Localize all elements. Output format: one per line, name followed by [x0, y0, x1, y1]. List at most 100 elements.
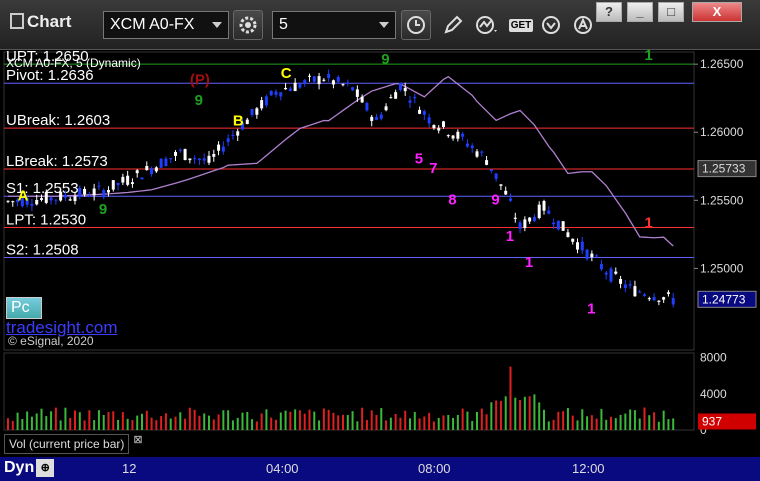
candle-body — [140, 177, 144, 180]
interval-combo[interactable]: 5 — [272, 11, 396, 39]
candle-body — [480, 151, 484, 153]
time-scrollbar[interactable] — [0, 457, 760, 481]
candle-body — [571, 238, 575, 242]
candle-body — [370, 116, 374, 121]
settings-button[interactable] — [233, 10, 263, 40]
help-window-button[interactable]: ? — [596, 2, 622, 22]
candle-body — [499, 184, 503, 186]
candle-body — [178, 149, 182, 151]
candle-body — [346, 82, 350, 84]
chart-annotation: 1 — [506, 228, 514, 245]
candle-body — [355, 89, 359, 97]
y-tick-label: 1.25500 — [700, 193, 744, 207]
chart-annotation: 9 — [491, 191, 499, 208]
candle-body — [87, 196, 91, 198]
volume-tick-label: 4000 — [700, 387, 727, 401]
maximize-button[interactable]: □ — [658, 2, 684, 22]
candle-body — [418, 109, 422, 114]
get-button[interactable]: GET — [506, 10, 536, 40]
candle-body — [451, 135, 455, 139]
candle-body — [322, 79, 326, 81]
chart-annotation: 5 — [415, 151, 423, 168]
candle-body — [207, 155, 211, 163]
candle-body — [652, 297, 656, 301]
candle-body — [384, 106, 388, 111]
candle-body — [389, 97, 393, 99]
dyn-label: Dyn — [4, 459, 35, 476]
window-title-text: Chart — [27, 12, 72, 31]
candle-body — [298, 84, 302, 88]
candle-body — [465, 143, 469, 147]
options-button[interactable] — [536, 10, 566, 40]
candle-body — [513, 217, 517, 219]
candle-body — [245, 119, 249, 125]
studies-button[interactable] — [472, 10, 502, 40]
x-tick-label: 04:00 — [266, 461, 299, 476]
price-chart[interactable]: UPT: 1.2650Pivot: 1.2636UBreak: 1.2603LB… — [0, 50, 760, 457]
candle-body — [255, 108, 259, 115]
alert-button[interactable] — [568, 10, 598, 40]
candle-body — [327, 73, 331, 78]
candle-body — [595, 255, 599, 257]
candle-body — [269, 90, 273, 96]
candle-body — [542, 201, 546, 211]
candle-body — [145, 166, 149, 171]
candle-body — [422, 111, 426, 115]
moving-average-line — [8, 75, 674, 247]
volume-tick-label: 8000 — [700, 351, 727, 365]
candle-body — [427, 117, 431, 124]
candle-body — [489, 169, 493, 171]
candle-body — [638, 291, 642, 293]
candle-body — [623, 284, 627, 289]
candle-body — [494, 173, 498, 179]
candle-body — [599, 264, 603, 270]
chart-annotation: 8 — [448, 191, 456, 208]
candle-body — [556, 220, 560, 230]
symbol-combo[interactable]: XCM A0-FX — [103, 11, 229, 39]
chart-annotation: (P) — [190, 72, 210, 89]
chart-annotation: 1 — [645, 50, 653, 64]
candle-body — [102, 190, 106, 198]
y-tick-label: 1.26500 — [700, 57, 744, 71]
candle-body — [351, 87, 355, 91]
minimize-button[interactable]: _ — [627, 2, 653, 22]
candle-body — [442, 121, 445, 127]
level-label: LBreak: 1.2573 — [6, 153, 108, 170]
copyright-text: © eSignal, 2020 — [8, 334, 94, 348]
candle-body — [231, 134, 235, 136]
candle-body — [40, 198, 43, 200]
candle-body — [628, 284, 632, 286]
draw-button[interactable] — [438, 10, 468, 40]
candle-body — [580, 241, 584, 251]
chart-annotation: 1 — [525, 254, 533, 271]
candle-body — [561, 221, 565, 231]
volume-close-icon[interactable]: ⊠ — [132, 434, 144, 446]
candle-body — [365, 102, 369, 111]
symbol-value: XCM A0-FX — [110, 16, 195, 33]
pc-button[interactable]: Pc — [6, 297, 42, 319]
dyn-indicator[interactable]: Dyn ⊕ — [4, 459, 55, 477]
chevron-down-icon — [212, 22, 222, 28]
chart-annotation: C — [281, 65, 292, 82]
candle-body — [398, 82, 402, 91]
candle-body — [130, 182, 134, 184]
candle-body — [92, 188, 96, 196]
candle-body — [264, 96, 268, 106]
volume-study-label[interactable]: Vol (current price bar) — [4, 434, 130, 454]
candle-body — [662, 297, 666, 300]
x-tick-label: 08:00 — [418, 461, 451, 476]
candle-body — [121, 176, 125, 183]
lock-icon[interactable]: ⊕ — [36, 459, 55, 477]
chart-annotation: 7 — [429, 160, 437, 177]
close-button[interactable]: X — [692, 2, 742, 22]
candle-body — [566, 232, 570, 237]
time-button[interactable] — [401, 10, 431, 40]
chart-annotation: 9 — [381, 51, 389, 68]
candle-body — [59, 191, 63, 201]
chart-header: XCM A0-FX, 5 (Dynamic) — [6, 56, 141, 70]
get-label: GET — [508, 18, 534, 32]
candle-body — [379, 114, 383, 119]
candle-body — [260, 100, 264, 109]
candle-body — [11, 201, 15, 203]
chart-annotation: B — [233, 112, 244, 129]
